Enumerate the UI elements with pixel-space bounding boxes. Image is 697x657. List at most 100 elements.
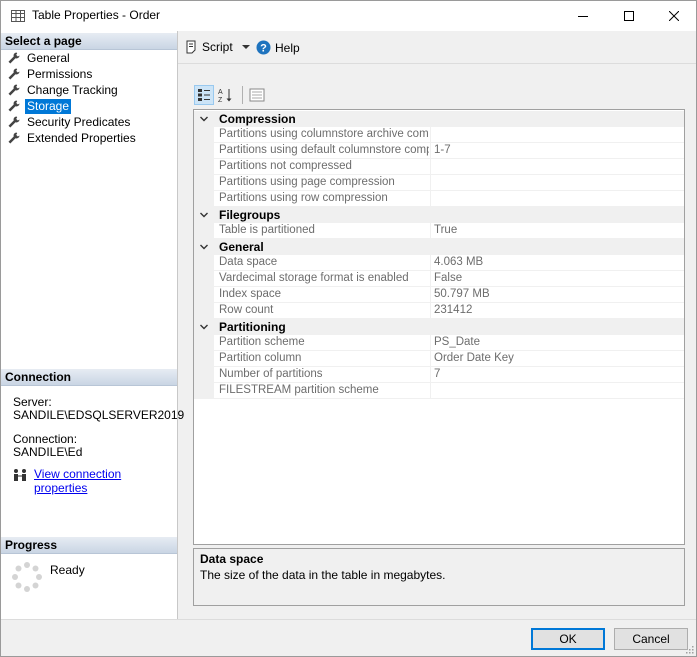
page-item-label: General bbox=[27, 50, 70, 65]
view-connection-properties-link[interactable]: View connection properties bbox=[34, 467, 177, 495]
ok-button[interactable]: OK bbox=[531, 628, 605, 650]
left-panel: Select a page General Permissions Change… bbox=[1, 31, 184, 619]
script-icon bbox=[186, 40, 196, 54]
main-toolbar: Script ? Help bbox=[178, 31, 696, 63]
svg-text:Z: Z bbox=[218, 97, 223, 103]
collapse-chevron-icon[interactable] bbox=[199, 322, 209, 332]
property-value: 7 bbox=[434, 368, 441, 380]
property-name: Partitions not compressed bbox=[219, 160, 352, 172]
maximize-button[interactable] bbox=[606, 1, 652, 31]
property-name: FILESTREAM partition scheme bbox=[219, 384, 379, 396]
wrench-icon bbox=[8, 100, 20, 112]
page-item-label: Extended Properties bbox=[27, 130, 136, 145]
page-item-label: Storage bbox=[25, 98, 72, 114]
cancel-button[interactable]: Cancel bbox=[614, 628, 688, 650]
property-row[interactable]: Partitions using page compression bbox=[194, 175, 684, 191]
connection-properties-icon bbox=[14, 469, 26, 481]
property-value: Order Date Key bbox=[434, 352, 514, 364]
collapse-chevron-icon[interactable] bbox=[199, 242, 209, 252]
dropdown-arrow-icon[interactable] bbox=[241, 44, 251, 50]
script-button[interactable]: Script bbox=[184, 40, 251, 54]
table-icon bbox=[11, 10, 25, 22]
category-filegroups[interactable]: Filegroups bbox=[194, 207, 684, 223]
connection-label: Connection: bbox=[13, 432, 78, 446]
script-label: Script bbox=[202, 40, 233, 54]
wrench-icon bbox=[8, 84, 20, 96]
property-row[interactable]: Partitions not compressed bbox=[194, 159, 684, 175]
property-name: Partitions using row compression bbox=[219, 192, 388, 204]
property-row[interactable]: Row count 231412 bbox=[194, 303, 684, 319]
property-value: 50.797 MB bbox=[434, 288, 490, 300]
category-compression[interactable]: Compression bbox=[194, 111, 684, 127]
resize-grip-icon[interactable] bbox=[684, 644, 694, 654]
window-title: Table Properties - Order bbox=[32, 8, 161, 22]
alphabetical-button[interactable]: A Z bbox=[216, 85, 236, 105]
property-name: Data space bbox=[219, 256, 278, 268]
property-grid-toolbar: A Z bbox=[194, 84, 269, 106]
property-row[interactable]: Index space 50.797 MB bbox=[194, 287, 684, 303]
page-item-label: Security Predicates bbox=[27, 114, 131, 129]
property-pages-button[interactable] bbox=[247, 85, 267, 105]
collapse-chevron-icon[interactable] bbox=[199, 210, 209, 220]
property-row[interactable]: Partition scheme PS_Date bbox=[194, 335, 684, 351]
property-name: Row count bbox=[219, 304, 274, 316]
property-row[interactable]: Partitions using default columnstore com… bbox=[194, 143, 684, 159]
page-item-extended-properties[interactable]: Extended Properties bbox=[7, 130, 138, 146]
categorized-icon bbox=[198, 89, 210, 101]
categorized-button[interactable] bbox=[194, 85, 214, 105]
close-icon bbox=[669, 11, 679, 21]
page-item-storage[interactable]: Storage bbox=[7, 98, 72, 114]
svg-text:A: A bbox=[218, 89, 223, 96]
property-value: True bbox=[434, 224, 458, 236]
wrench-icon bbox=[8, 68, 20, 80]
title-bar[interactable]: Table Properties - Order bbox=[1, 1, 696, 31]
property-row[interactable]: Table is partitioned True bbox=[194, 223, 684, 239]
property-value: 1-7 bbox=[434, 144, 451, 156]
help-button[interactable]: ? Help bbox=[256, 40, 300, 55]
property-row[interactable]: FILESTREAM partition scheme bbox=[194, 383, 684, 399]
minimize-button[interactable] bbox=[560, 1, 606, 31]
property-value: 4.063 MB bbox=[434, 256, 484, 268]
property-row[interactable]: Data space 4.063 MB bbox=[194, 255, 684, 271]
page-item-permissions[interactable]: Permissions bbox=[7, 66, 94, 82]
grid-toolbar-divider bbox=[242, 86, 243, 104]
property-name: Index space bbox=[219, 288, 282, 300]
property-grid: Compression Partitions using columnstore… bbox=[193, 109, 685, 545]
category-general[interactable]: General bbox=[194, 239, 684, 255]
sort-alphabetical-icon: A Z bbox=[218, 89, 232, 103]
property-name: Number of partitions bbox=[219, 368, 323, 380]
category-label: General bbox=[219, 240, 264, 254]
close-button[interactable] bbox=[651, 1, 697, 31]
property-row[interactable]: Partitions using row compression bbox=[194, 191, 684, 207]
property-value: 231412 bbox=[434, 304, 473, 316]
progress-status: Ready bbox=[50, 563, 85, 577]
property-value: False bbox=[434, 272, 463, 284]
connection-value: SANDILE\Ed bbox=[13, 445, 83, 459]
property-name: Partitions using default columnstore com… bbox=[219, 144, 429, 156]
page-item-change-tracking[interactable]: Change Tracking bbox=[7, 82, 120, 98]
server-value: SANDILE\EDSQLSERVER2019 bbox=[13, 408, 185, 422]
collapse-chevron-icon[interactable] bbox=[199, 114, 209, 124]
property-value: PS_Date bbox=[434, 336, 481, 348]
property-row[interactable]: Vardecimal storage format is enabled Fals… bbox=[194, 271, 684, 287]
help-label: Help bbox=[275, 40, 300, 55]
server-label: Server: bbox=[13, 395, 52, 409]
category-partitioning[interactable]: Partitioning bbox=[194, 319, 684, 335]
property-name: Partitions using columnstore archive com… bbox=[219, 128, 429, 140]
help-icon: ? bbox=[256, 40, 271, 55]
page-item-label: Permissions bbox=[27, 66, 93, 81]
page-item-general[interactable]: General bbox=[7, 50, 72, 66]
bottom-separator bbox=[1, 619, 696, 620]
page-item-label: Change Tracking bbox=[27, 82, 118, 97]
property-row[interactable]: Partition column Order Date Key bbox=[194, 351, 684, 367]
property-row[interactable]: Partitions using columnstore archive com… bbox=[194, 127, 684, 143]
property-description-panel: Data space The size of the data in the t… bbox=[193, 548, 685, 606]
property-row[interactable]: Number of partitions 7 bbox=[194, 367, 684, 383]
property-pages-icon bbox=[249, 88, 265, 102]
page-item-security-predicates[interactable]: Security Predicates bbox=[7, 114, 132, 130]
table-properties-dialog: Table Properties - Order Select a page G… bbox=[0, 0, 697, 657]
property-name: Partition column bbox=[219, 352, 302, 364]
wrench-icon bbox=[8, 116, 20, 128]
wrench-icon bbox=[8, 132, 20, 144]
property-name: Vardecimal storage format is enabled bbox=[219, 272, 409, 284]
